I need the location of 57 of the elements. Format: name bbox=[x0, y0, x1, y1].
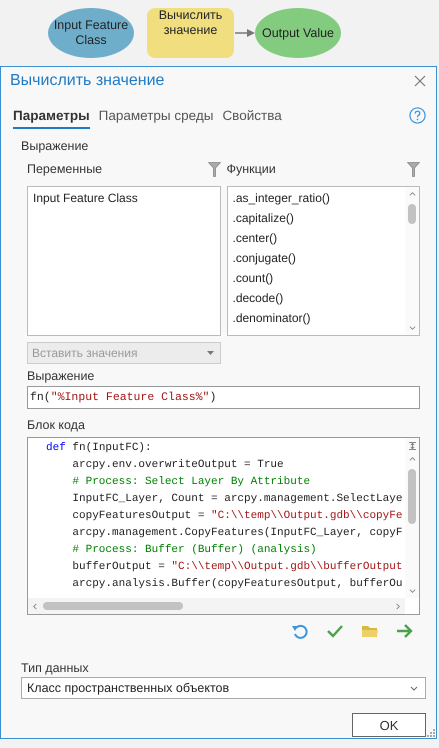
function-item[interactable]: .denominator() bbox=[232, 310, 400, 326]
tool-node: Вычислить значение bbox=[147, 8, 234, 58]
filter-icon[interactable] bbox=[407, 162, 420, 176]
folder-icon[interactable] bbox=[361, 623, 379, 639]
tab[interactable]: Параметры среды bbox=[98, 108, 214, 129]
function-item[interactable]: .center() bbox=[232, 230, 400, 246]
tab[interactable]: Свойства bbox=[222, 108, 282, 129]
resize-grip-icon[interactable] bbox=[426, 728, 435, 737]
code-line: arcpy.management.CopyFeatures(InputFC_Layer, copyF bbox=[71, 526, 404, 541]
function-item[interactable]: .decode() bbox=[232, 290, 400, 306]
scroll-thumb[interactable] bbox=[43, 602, 183, 610]
tab[interactable]: Параметры bbox=[13, 108, 90, 129]
help-icon[interactable] bbox=[409, 107, 426, 124]
function-item[interactable]: .as_integer_ratio() bbox=[232, 190, 400, 206]
code-line: # Process: Buffer (Buffer) (analysis) bbox=[71, 543, 318, 558]
expression-label: Выражение bbox=[27, 369, 96, 383]
data-type-dropdown[interactable]: Класс пространственных объектов bbox=[21, 677, 426, 699]
scroll-left-icon[interactable] bbox=[32, 602, 39, 610]
undo-icon[interactable] bbox=[291, 623, 309, 639]
expression-field[interactable]: fn("%Input Feature Class%") bbox=[27, 386, 420, 409]
scroll-thumb[interactable] bbox=[408, 469, 416, 524]
code-line: # Process: Select Layer By Attribute bbox=[71, 475, 312, 490]
data-node: Input Feature Class bbox=[48, 8, 134, 58]
functions-label: Функции bbox=[226, 162, 276, 176]
code-line: InputFC_Layer, Count = arcpy.management.SelectLaye bbox=[71, 492, 404, 507]
close-icon[interactable] bbox=[414, 75, 426, 87]
scrollbar[interactable] bbox=[405, 187, 419, 335]
dialog-title: Вычислить значение bbox=[10, 72, 164, 90]
scroll-thumb[interactable] bbox=[408, 204, 416, 224]
data-node: Output Value bbox=[255, 8, 341, 58]
scroll-up-icon[interactable] bbox=[408, 456, 416, 463]
variable-item[interactable]: Input Feature Class bbox=[33, 190, 214, 206]
chevron-down-icon[interactable] bbox=[410, 686, 418, 690]
scroll-down-icon[interactable] bbox=[408, 587, 416, 594]
check-icon[interactable] bbox=[326, 623, 344, 639]
scrollbar[interactable] bbox=[405, 438, 419, 598]
ok-button[interactable]: OK bbox=[352, 713, 426, 737]
code-line: arcpy.analysis.Buffer(copyFeaturesOutput, bufferOu bbox=[71, 577, 404, 592]
code-line: bufferOutput = "C:\\temp\\Output.gdb\\bufferOutput bbox=[71, 560, 404, 575]
function-item[interactable]: .count() bbox=[232, 270, 400, 286]
section-label: Выражение bbox=[21, 139, 90, 153]
code-line: arcpy.env.overwriteOutput = True bbox=[71, 458, 285, 473]
variables-label: Переменные bbox=[27, 162, 102, 176]
horizontal-scrollbar[interactable] bbox=[28, 598, 405, 614]
code-line: copyFeaturesOutput = "C:\\temp\\Output.gdb\\copyFe bbox=[71, 509, 404, 524]
run-arrow-icon[interactable] bbox=[396, 623, 414, 639]
split-icon[interactable] bbox=[408, 441, 416, 451]
filter-icon[interactable] bbox=[208, 162, 220, 176]
code-editor[interactable] bbox=[27, 437, 420, 615]
scroll-right-icon[interactable] bbox=[394, 602, 401, 610]
function-item[interactable]: .conjugate() bbox=[232, 250, 400, 266]
function-item[interactable]: .capitalize() bbox=[232, 210, 400, 226]
scroll-down-icon[interactable] bbox=[408, 324, 416, 331]
scroll-up-icon[interactable] bbox=[408, 191, 416, 198]
code-block-label: Блок кода bbox=[27, 418, 86, 432]
data-type-label: Тип данных bbox=[21, 661, 90, 675]
code-line: def fn(InputFC): bbox=[46, 441, 153, 456]
